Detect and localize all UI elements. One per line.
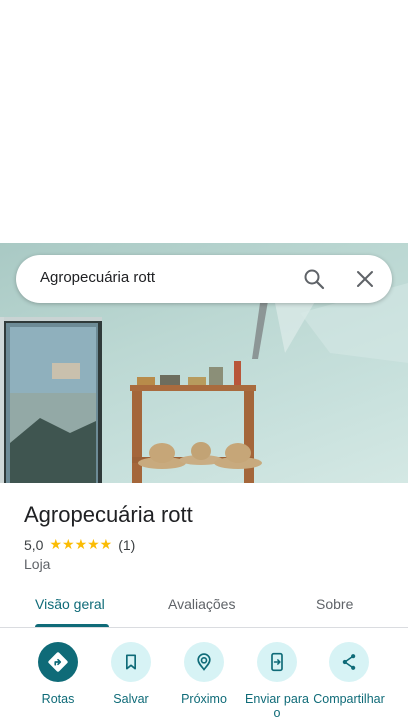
place-category: Loja (24, 556, 51, 572)
bookmark-icon (111, 642, 151, 682)
search-bar[interactable]: Agropecuária rott (16, 255, 392, 303)
send-to-phone-button[interactable]: Enviar para o (241, 642, 313, 720)
nearby-icon (184, 642, 224, 682)
share-icon (329, 642, 369, 682)
nearby-label: Próximo (181, 692, 227, 706)
rating-value: 5,0 (24, 536, 44, 553)
save-button[interactable]: Salvar (95, 642, 167, 706)
place-title: Agropecuária rott (24, 502, 193, 527)
directions-button[interactable]: Rotas (22, 642, 94, 706)
tab-bar: Visão geral Avaliações Sobre (0, 584, 408, 628)
active-tab-indicator (35, 624, 109, 627)
star-rating: ★★★★★ (49, 536, 113, 552)
tab-reviews[interactable]: Avaliações (168, 596, 235, 612)
share-label: Compartilhar (313, 692, 385, 706)
search-icon[interactable] (302, 267, 326, 291)
directions-label: Rotas (41, 692, 75, 706)
action-bar: Rotas Salvar Próximo Enviar para o Compa… (0, 640, 408, 726)
share-button[interactable]: Compartilhar (313, 642, 385, 706)
review-count[interactable]: (1) (118, 537, 135, 553)
send-to-phone-label: Enviar para o (245, 692, 309, 720)
nearby-button[interactable]: Próximo (168, 642, 240, 706)
tab-about[interactable]: Sobre (316, 596, 353, 612)
directions-icon (38, 642, 78, 682)
save-label: Salvar (113, 692, 149, 706)
tab-overview[interactable]: Visão geral (35, 596, 105, 612)
close-icon[interactable] (353, 267, 377, 291)
search-input[interactable]: Agropecuária rott (40, 269, 155, 286)
send-to-phone-icon (257, 642, 297, 682)
map-blank-area (0, 0, 408, 243)
rating-row[interactable]: 5,0 ★★★★★ (1) (24, 536, 135, 553)
